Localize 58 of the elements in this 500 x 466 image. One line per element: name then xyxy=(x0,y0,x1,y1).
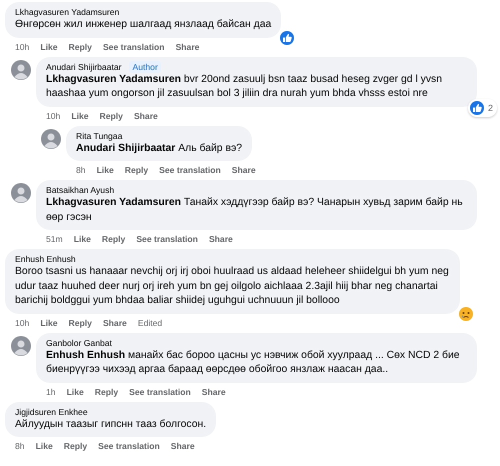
comment-text: Boroo tsasni us hanaaar nevchij orj irj oboi huulraad us aldaad heleheer shiidelgui bh yum neg udur taaz huuhed deer nurj orj ireh yum bn gej oilgolo aichlaaa 2.3ajil hiij bhar neg chanartai barichij boldggui yum bhdaa baliar shiidej uguhgui uchnuuun jil bollooo xyxy=(15,265,450,308)
action-link[interactable]: Like xyxy=(36,440,53,453)
comment-text: Anudari Shijirbaatar Аль байр вэ? xyxy=(76,142,242,156)
action-link[interactable]: Reply xyxy=(64,440,88,453)
comment-text: Өнгөрсөн жил инженер шалгаад янзлаад байсан даа xyxy=(15,18,272,32)
action-link[interactable]: Like xyxy=(74,233,91,246)
timestamp: 51m xyxy=(46,233,63,246)
timestamp: 8h xyxy=(76,164,86,177)
action-link[interactable]: Reply xyxy=(124,164,148,177)
timestamp: 8h xyxy=(15,440,25,453)
thumbs-up-icon[interactable] xyxy=(468,100,485,116)
timestamp: 10h xyxy=(15,316,30,330)
action-link[interactable]: See translation xyxy=(136,233,198,246)
edited-label: Edited xyxy=(138,316,162,330)
author-badge: Author xyxy=(129,60,161,72)
author-name[interactable]: Anudari Shijirbaatar xyxy=(46,60,122,72)
avatar-icon[interactable] xyxy=(11,183,31,203)
thumbs-up-icon[interactable] xyxy=(279,30,296,46)
avatar-icon[interactable] xyxy=(11,60,31,80)
action-link[interactable]: Like xyxy=(71,110,89,122)
author-name[interactable]: Ganbolor Ganbat xyxy=(46,336,112,348)
action-link[interactable]: Share xyxy=(176,40,200,54)
author-name[interactable]: Rita Tungaa xyxy=(76,130,122,142)
author-name[interactable]: Batsaikhan Ayush xyxy=(46,184,114,196)
action-link[interactable]: Reply xyxy=(102,233,126,246)
action-link[interactable]: Reply xyxy=(94,386,118,398)
comment-text: Айлуудын таазыг гипснн тааз болгосон. xyxy=(15,418,206,432)
action-link[interactable]: Like xyxy=(66,386,84,398)
action-link[interactable]: Like xyxy=(96,164,114,177)
action-link[interactable]: Share xyxy=(208,233,233,246)
action-link[interactable]: Reply xyxy=(100,110,123,122)
action-link[interactable]: Like xyxy=(40,316,58,330)
action-link[interactable]: Share xyxy=(232,164,256,177)
action-link[interactable]: See translation xyxy=(102,40,165,54)
action-link[interactable]: See translation xyxy=(98,440,160,453)
author-name[interactable]: Lkhagvasuren Yadamsuren xyxy=(15,6,120,18)
timestamp: 1h xyxy=(46,386,56,398)
timestamp: 10h xyxy=(15,40,30,54)
action-link[interactable]: Reply xyxy=(68,316,92,330)
reaction-count: 2 xyxy=(488,102,493,112)
action-link[interactable]: Share xyxy=(170,440,195,453)
action-link[interactable]: Share xyxy=(202,386,226,398)
action-link[interactable]: See translation xyxy=(129,386,191,398)
sad-face-icon[interactable] xyxy=(458,306,474,322)
action-link[interactable]: Reply xyxy=(68,40,92,54)
comment-text: Enhush Enhush манайх бас бороо цасны ус нэвчиж обой хуулраад ... Сөх NCD 2 бие биенрүүгээ чихээд аргаа бараад өөрсдөө обойгоо янзлаж наасан даа.. xyxy=(46,348,461,377)
comment-text: Lkhagvasuren Yadamsuren bvr 20ond zasuulj bsn taaz busad heseg zvger gd l yvsn haashaa yum ongorson jil zasuulsan bol 3 jiliin dra nurah yum bhda vhsss estoi nre xyxy=(46,72,444,101)
avatar-icon[interactable] xyxy=(11,336,31,356)
action-link[interactable]: Like xyxy=(40,40,58,54)
action-link[interactable]: See translation xyxy=(159,164,221,177)
action-link[interactable]: Share xyxy=(102,316,127,330)
action-link[interactable]: Share xyxy=(134,110,158,122)
comment-text: Lkhagvasuren Yadamsuren Танайх хэддүгээр байр вэ? Чанарын хувьд зарим байр нь өөр гэсэн xyxy=(46,196,464,224)
avatar-icon[interactable] xyxy=(41,128,61,148)
reaction-pill[interactable]: 2 xyxy=(468,98,497,116)
author-name[interactable]: Enhush Enhush xyxy=(15,253,76,265)
timestamp: 10h xyxy=(46,110,60,122)
author-name[interactable]: Jigjidsuren Enkhee xyxy=(15,406,88,418)
